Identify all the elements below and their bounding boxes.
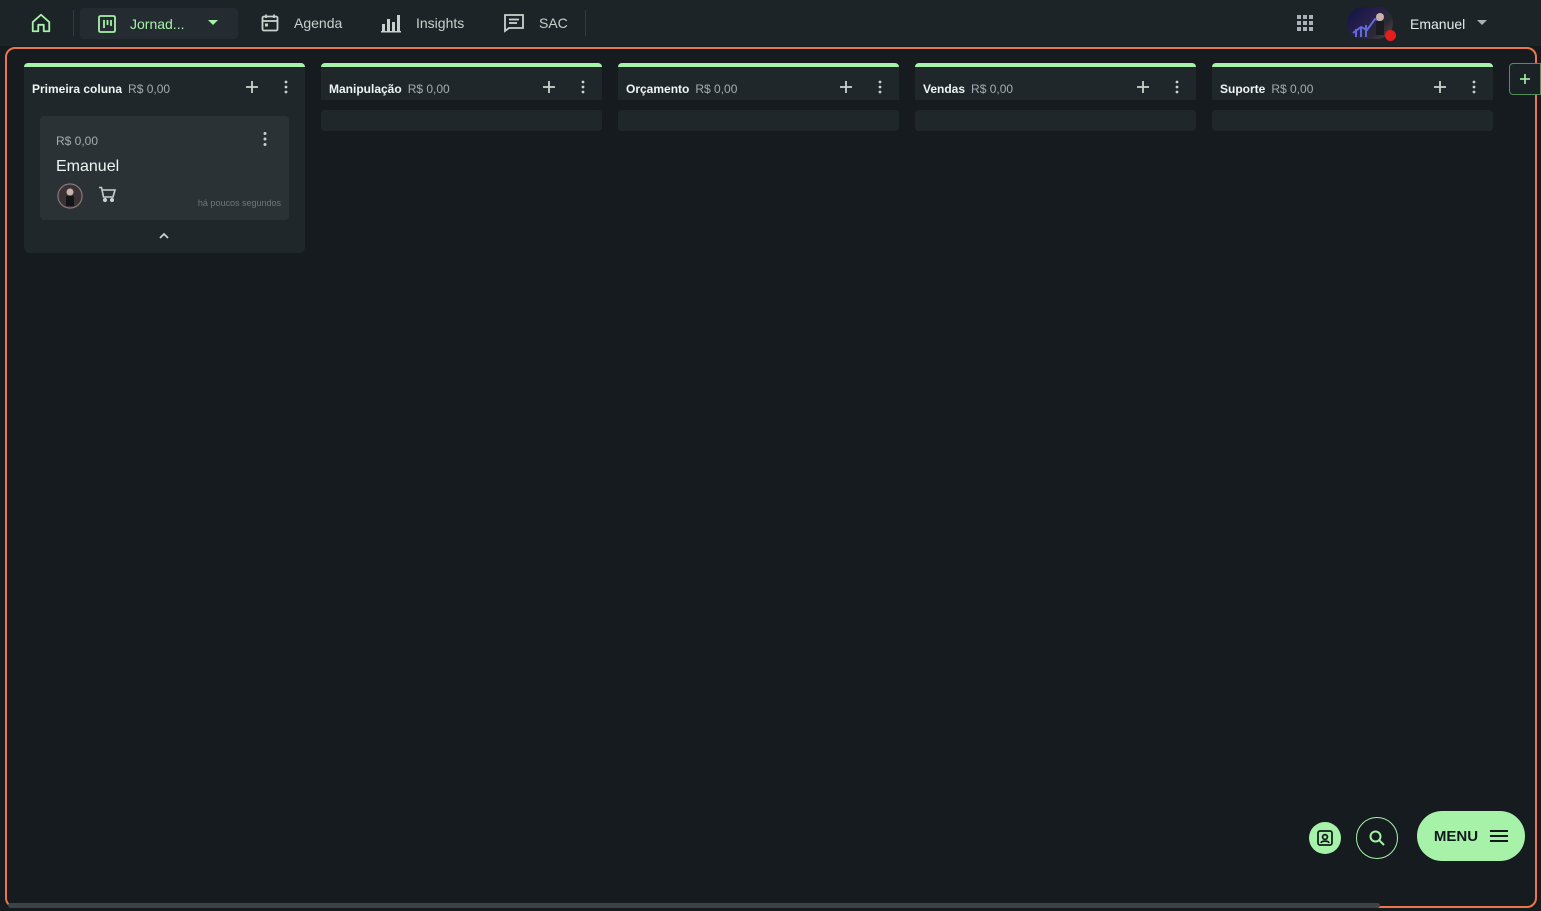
horizontal-scrollbar[interactable] (8, 903, 1380, 908)
column-drop-zone[interactable] (618, 110, 899, 131)
chevron-down-icon (208, 20, 218, 25)
column-title: Vendas R$ 0,00 (923, 82, 1014, 96)
top-bar: Jornad... Agenda Insights SAC Emanuel (0, 0, 1541, 46)
nav-agenda-label: Agenda (294, 15, 343, 31)
contact-card-icon (1317, 830, 1333, 846)
nav-insights[interactable]: Insights (380, 0, 464, 46)
column-title: Primeira coluna R$ 0,00 (32, 82, 171, 96)
column-drop-zone[interactable] (915, 110, 1196, 131)
user-name[interactable]: Emanuel (1410, 16, 1465, 32)
bar-chart-icon (381, 15, 401, 33)
column-header: Primeira coluna R$ 0,00 (24, 63, 305, 100)
board-selector[interactable]: Jornad... (80, 8, 238, 39)
home-button[interactable] (28, 0, 54, 46)
column-title: Manipulação R$ 0,00 (329, 82, 450, 96)
more-vertical-icon[interactable] (877, 80, 883, 94)
plus-icon[interactable] (542, 80, 556, 94)
card-title: Emanuel (56, 158, 120, 175)
search-button[interactable] (1356, 817, 1398, 859)
column-drop-zone[interactable] (321, 110, 602, 131)
contacts-button[interactable] (1309, 822, 1341, 854)
more-vertical-icon[interactable] (283, 80, 289, 94)
plus-icon[interactable] (1136, 80, 1150, 94)
column-title: Suporte R$ 0,00 (1220, 82, 1314, 96)
calendar-icon (261, 14, 279, 32)
column-header: Vendas R$ 0,00 (915, 63, 1196, 100)
search-icon (1369, 830, 1385, 846)
chat-icon (504, 14, 524, 33)
cart-icon (99, 186, 116, 202)
divider (585, 10, 586, 36)
more-vertical-icon[interactable] (1174, 80, 1180, 94)
more-vertical-icon[interactable] (580, 80, 586, 94)
deal-card[interactable]: R$ 0,00 Emanuel há poucos segundos (40, 116, 289, 220)
nav-insights-label: Insights (416, 15, 465, 31)
board-selector-label: Jornad... (130, 15, 185, 32)
more-vertical-icon[interactable] (260, 131, 270, 147)
menu-label: MENU (1433, 827, 1479, 845)
column-value: R$ 0,00 (128, 82, 171, 96)
card-value: R$ 0,00 (56, 134, 99, 148)
kanban-icon (98, 15, 116, 33)
column-body: R$ 0,00 Emanuel há poucos segundos (24, 100, 305, 253)
plus-icon (1520, 74, 1530, 84)
apps-button[interactable] (1296, 0, 1314, 46)
column-header: Orçamento R$ 0,00 (618, 63, 899, 100)
column-value: R$ 0,00 (407, 82, 450, 96)
chevron-up-icon[interactable] (158, 232, 170, 240)
card-avatar (57, 183, 83, 209)
nav-sac[interactable]: SAC (503, 0, 568, 46)
plus-icon[interactable] (839, 80, 853, 94)
nav-agenda[interactable]: Agenda (260, 0, 342, 46)
column-drop-zone[interactable] (1212, 110, 1493, 131)
hamburger-icon (1490, 830, 1509, 842)
plus-icon[interactable] (1433, 80, 1447, 94)
add-column-button[interactable] (1509, 63, 1541, 95)
column-title: Orçamento R$ 0,00 (626, 82, 738, 96)
menu-button[interactable]: MENU (1417, 811, 1525, 861)
plus-icon[interactable] (245, 80, 259, 94)
card-timestamp: há poucos segundos (197, 198, 281, 208)
column-value: R$ 0,00 (695, 82, 738, 96)
column-value: R$ 0,00 (971, 82, 1014, 96)
divider (73, 10, 74, 36)
column-header: Manipulação R$ 0,00 (321, 63, 602, 100)
column-value: R$ 0,00 (1271, 82, 1314, 96)
nav-sac-label: SAC (539, 15, 568, 31)
status-indicator (1385, 30, 1396, 41)
more-vertical-icon[interactable] (1471, 80, 1477, 94)
chevron-down-icon[interactable] (1477, 20, 1487, 26)
apps-grid-icon (1297, 15, 1313, 31)
home-icon (31, 13, 51, 33)
column-header: Suporte R$ 0,00 (1212, 63, 1493, 100)
